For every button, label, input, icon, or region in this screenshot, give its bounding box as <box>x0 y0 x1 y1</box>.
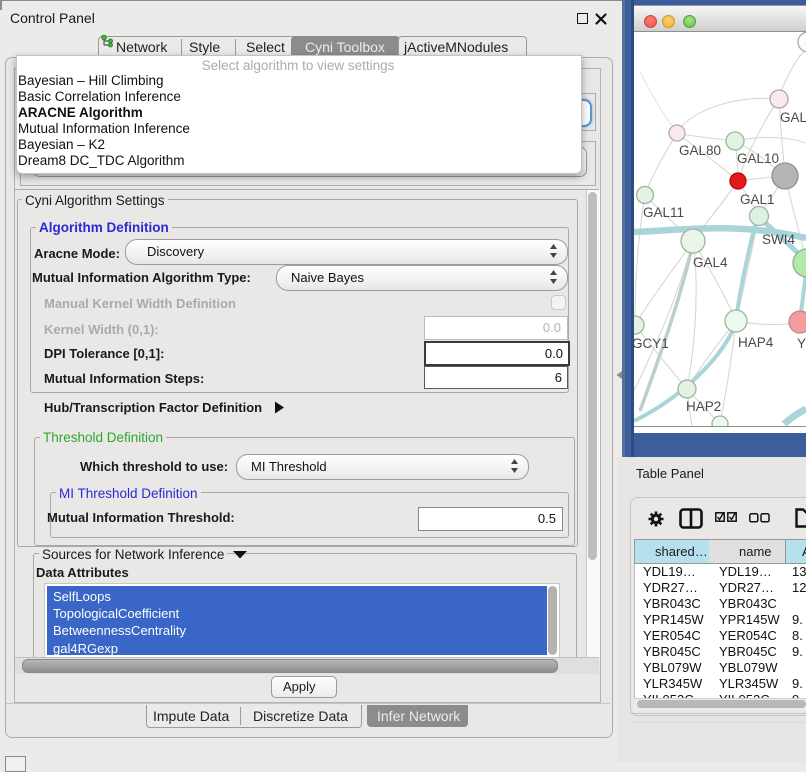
svg-text:Y: Y <box>797 336 806 351</box>
svg-text:SWI4: SWI4 <box>762 232 795 247</box>
svg-text:GAL1: GAL1 <box>740 192 775 207</box>
svg-text:GAL11: GAL11 <box>643 205 684 220</box>
svg-text:GAL80: GAL80 <box>679 143 721 158</box>
svg-text:GAL4: GAL4 <box>693 255 728 270</box>
svg-text:GAL10: GAL10 <box>737 151 779 166</box>
svg-text:GCY1: GCY1 <box>634 336 669 351</box>
svg-text:HAP2: HAP2 <box>686 399 721 414</box>
svg-text:HAP4: HAP4 <box>738 335 774 350</box>
svg-text:GAL: GAL <box>780 110 806 125</box>
